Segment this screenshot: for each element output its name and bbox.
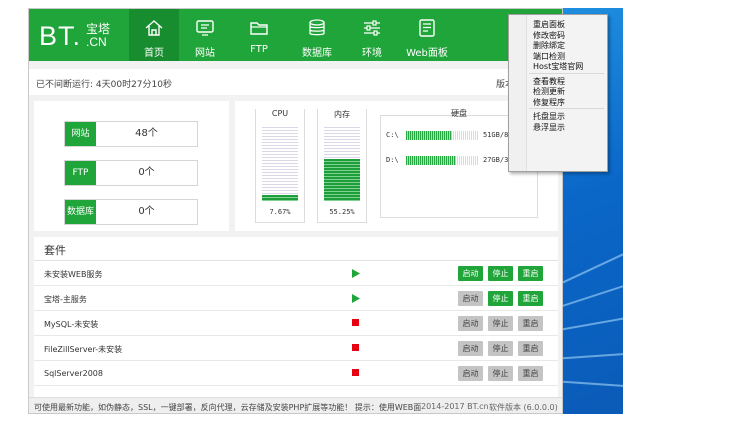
nav-environment[interactable]: 环境 xyxy=(347,9,397,61)
disk-c-bar xyxy=(406,131,478,140)
menu-item[interactable]: 检测更新 xyxy=(533,86,565,97)
stat-websites[interactable]: 网站 48个 xyxy=(64,121,198,147)
software-row: MySQL-未安装 启动 停止 重启 xyxy=(34,311,558,336)
start-button[interactable]: 启动 xyxy=(458,316,483,331)
disk-d-label: D:\ xyxy=(386,156,399,164)
nav-web-panel[interactable]: Web面板 xyxy=(401,9,453,61)
restart-button[interactable]: 重启 xyxy=(518,341,543,356)
stat-websites-label: 网站 xyxy=(65,122,96,146)
footer-version: 软件版本 (6.0.0.0) xyxy=(489,403,558,412)
disk-d-fill xyxy=(406,156,457,165)
bt-panel-window: BT. 宝塔 .CN 首页 网站 FTP 数据库 环境 Web面板 已不间断运行… xyxy=(28,8,563,414)
stats-panel: 网站 48个 FTP 0个 数据库 0个 xyxy=(34,101,229,231)
footer-copyright: 2014-2017 BT.cn xyxy=(421,402,489,411)
nav-database-label: 数据库 xyxy=(302,48,332,59)
cpu-title: CPU xyxy=(256,109,304,118)
running-indicator-icon xyxy=(352,294,360,303)
start-button[interactable]: 启动 xyxy=(458,341,483,356)
cpu-bar xyxy=(262,125,298,201)
sliders-icon xyxy=(364,20,380,36)
software-name: 未安装WEB服务 xyxy=(44,270,103,279)
footer-bar: 可使用最新功能，如伪静态，SSL，一键部署，反向代理，云存储及安装PHP扩展等功… xyxy=(29,397,562,413)
logo-brand: BT. xyxy=(39,21,82,51)
software-row: SqlServer2008 启动 停止 重启 xyxy=(34,361,558,386)
memory-percent: 55.25% xyxy=(329,208,355,216)
stat-ftp-label: FTP xyxy=(65,161,96,185)
stat-ftp-value: 0个 xyxy=(138,167,155,178)
memory-bar xyxy=(324,125,360,201)
menu-item[interactable]: 删除绑定 xyxy=(533,40,565,51)
memory-gauge: 内存 55.25% xyxy=(317,109,367,223)
software-row: 未安装WEB服务 启动 停止 重启 xyxy=(34,261,558,286)
running-indicator-icon xyxy=(352,269,360,278)
web-panel-icon xyxy=(419,19,435,37)
logo-cn-bottom: .CN xyxy=(86,35,107,49)
status-strip: 已不间断运行: 4天00时27分10秒 版本 xyxy=(29,69,562,95)
menu-item[interactable]: Host宝塔官网 xyxy=(533,61,583,72)
stopped-indicator-icon xyxy=(352,344,359,351)
menu-item[interactable]: 重启面板 xyxy=(533,19,565,30)
disk-c-label: C:\ xyxy=(386,131,399,139)
folder-icon xyxy=(250,22,268,35)
stat-ftp[interactable]: FTP 0个 xyxy=(64,160,198,186)
nav-ftp[interactable]: FTP xyxy=(233,9,285,61)
nav-web-panel-label: Web面板 xyxy=(406,48,448,59)
start-button[interactable]: 启动 xyxy=(458,366,483,381)
header-bar: BT. 宝塔 .CN 首页 网站 FTP 数据库 环境 Web面板 xyxy=(29,9,562,61)
disk-c-fill xyxy=(406,131,453,140)
database-icon xyxy=(309,19,325,36)
start-button[interactable]: 启动 xyxy=(458,266,483,281)
stat-websites-value: 48个 xyxy=(135,128,158,139)
restart-button[interactable]: 重启 xyxy=(518,291,543,306)
menu-item[interactable]: 修改密码 xyxy=(533,30,565,41)
stop-button[interactable]: 停止 xyxy=(488,316,513,331)
stop-button[interactable]: 停止 xyxy=(488,366,513,381)
stop-button[interactable]: 停止 xyxy=(488,341,513,356)
nav-home[interactable]: 首页 xyxy=(129,9,179,61)
nav-home-label: 首页 xyxy=(144,48,164,59)
software-name: SqlServer2008 xyxy=(44,369,103,378)
software-row: FileZillServer-未安装 启动 停止 重启 xyxy=(34,336,558,361)
menu-item[interactable]: 修复程序 xyxy=(533,97,565,108)
software-name: FileZillServer-未安装 xyxy=(44,345,123,354)
monitor-icon xyxy=(196,20,214,36)
nav-database[interactable]: 数据库 xyxy=(289,9,345,61)
disk-d-bar xyxy=(406,156,478,165)
restart-button[interactable]: 重启 xyxy=(518,366,543,381)
menu-item[interactable]: 端口检测 xyxy=(533,51,565,62)
stop-button[interactable]: 停止 xyxy=(488,291,513,306)
menu-item[interactable]: 托盘显示 xyxy=(533,111,565,122)
software-name: MySQL-未安装 xyxy=(44,320,99,329)
software-row: 宝塔-主服务 启动 停止 重启 xyxy=(34,286,558,311)
restart-button[interactable]: 重启 xyxy=(518,266,543,281)
cpu-gauge: CPU 7.67% xyxy=(255,109,305,223)
nav-environment-label: 环境 xyxy=(362,48,382,59)
footer-tip: 可使用最新功能，如伪静态，SSL，一键部署，反向代理，云存储及安装PHP扩展等功… xyxy=(34,403,422,412)
home-icon xyxy=(145,20,163,36)
nav-website[interactable]: 网站 xyxy=(179,9,231,61)
stopped-indicator-icon xyxy=(352,319,359,326)
menu-item[interactable]: 悬浮显示 xyxy=(533,122,565,133)
memory-fill xyxy=(324,159,360,201)
stop-button[interactable]: 停止 xyxy=(488,266,513,281)
cpu-percent: 7.67% xyxy=(269,208,291,216)
start-button[interactable]: 启动 xyxy=(458,291,483,306)
software-heading: 套件 xyxy=(44,244,66,257)
nav-ftp-label: FTP xyxy=(250,44,268,55)
menu-separator xyxy=(529,72,604,74)
menu-separator xyxy=(529,108,604,109)
software-name: 宝塔-主服务 xyxy=(44,295,87,304)
software-panel: 套件 未安装WEB服务 启动 停止 重启 宝塔-主服务 启动 停止 重启 MySQL-未安装 启动… xyxy=(34,237,558,397)
context-menu: 重启面板 修改密码 删除绑定 端口检测 Host宝塔官网 查看教程 检测更新 修复程序托盘显示… xyxy=(508,14,608,172)
cpu-fill xyxy=(262,195,298,201)
restart-button[interactable]: 重启 xyxy=(518,316,543,331)
stat-database-label: 数据库 xyxy=(65,200,96,224)
menu-item[interactable]: 查看教程 xyxy=(533,76,565,87)
memory-title: 内存 xyxy=(318,109,366,120)
nav-website-label: 网站 xyxy=(195,48,215,59)
stat-database-value: 0个 xyxy=(138,206,155,217)
uptime-text: 已不间断运行: 4天00时27分10秒 xyxy=(36,80,172,90)
stopped-indicator-icon xyxy=(352,369,359,376)
stat-database[interactable]: 数据库 0个 xyxy=(64,199,198,225)
